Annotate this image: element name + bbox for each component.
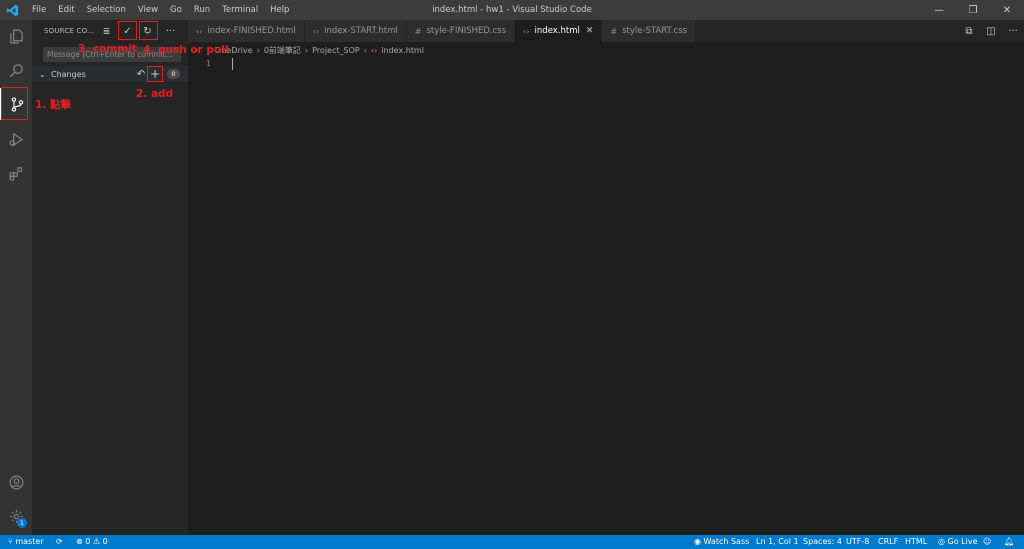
more-actions-icon[interactable]: ··· <box>162 23 179 40</box>
cursor-position[interactable]: Ln 1, Col 1 <box>756 535 799 549</box>
menu-file[interactable]: File <box>26 0 52 20</box>
line-number: 1 <box>206 59 211 68</box>
tab-style-finished[interactable]: # style-FINISHED.css <box>406 20 516 42</box>
menu-edit[interactable]: Edit <box>52 0 80 20</box>
tab-label: style-FINISHED.css <box>426 26 507 36</box>
vscode-logo-icon <box>2 0 22 20</box>
menu-run[interactable]: Run <box>188 0 216 20</box>
extensions-icon[interactable] <box>0 157 32 189</box>
go-live-button[interactable]: ◎ Go Live <box>938 535 978 549</box>
tab-label: index.html <box>534 26 580 36</box>
tab-index-start[interactable]: ‹› index-START.html <box>304 20 407 42</box>
annotation-commit: 3. commit <box>78 43 137 55</box>
discard-changes-icon[interactable]: ↶ <box>134 66 148 82</box>
sync-icon[interactable]: ⟳ <box>56 535 63 549</box>
tab-style-start[interactable]: # style-START.css <box>602 20 697 42</box>
chevron-right-icon: › <box>363 45 367 55</box>
html-file-icon: ‹› <box>523 26 530 36</box>
changes-label: Changes <box>51 69 86 79</box>
breadcrumb-file[interactable]: index.html <box>381 46 424 55</box>
explorer-icon[interactable] <box>0 20 32 52</box>
close-tab-icon[interactable]: ✕ <box>586 26 594 36</box>
tab-index-finished[interactable]: ‹› index-FINISHED.html <box>188 20 305 42</box>
chevron-right-icon: › <box>256 45 260 55</box>
tab-index-html[interactable]: ‹› index.html ✕ <box>515 20 603 42</box>
close-window-button[interactable]: ✕ <box>990 0 1024 20</box>
restore-button[interactable]: ❐ <box>956 0 990 20</box>
chevron-down-icon: ⌄ <box>39 69 46 79</box>
menu-go[interactable]: Go <box>164 0 188 20</box>
warning-icon: ⚠ <box>92 537 101 546</box>
html-file-icon: ‹› <box>312 26 320 36</box>
editor-actions: ⧉ ◫ ··· <box>958 20 1024 42</box>
open-changes-icon[interactable]: ⧉ <box>958 20 980 42</box>
annotation-push-pull: 4. push or pull <box>143 44 229 56</box>
tab-label: index-FINISHED.html <box>207 26 296 36</box>
status-bar: ⑂ master ⟳ ⊗ 0 ⚠ 0 ◉ Watch Sass Ln 1, Co… <box>0 535 1024 549</box>
breadcrumb-notes-folder[interactable]: 0前端筆記 <box>264 45 301 56</box>
problems-status[interactable]: ⊗ 0 ⚠ 0 <box>76 535 108 549</box>
settings-badge: 1 <box>17 518 27 528</box>
view-as-tree-icon[interactable]: ≣ <box>98 23 115 40</box>
menu-view[interactable]: View <box>132 0 164 20</box>
eye-icon: ◉ <box>694 537 704 546</box>
eol-status[interactable]: CRLF <box>878 535 898 549</box>
css-file-icon: # <box>610 26 618 36</box>
chevron-right-icon: › <box>304 45 309 55</box>
annotation-click: 1. 點擊 <box>35 99 71 111</box>
encoding-status[interactable]: UTF-8 <box>846 535 869 549</box>
tab-label: index-START.html <box>324 26 398 36</box>
annotation-box-source-control <box>1 87 28 120</box>
tab-label: style-START.css <box>622 26 688 36</box>
language-mode[interactable]: HTML <box>905 535 927 549</box>
broadcast-icon: ◎ <box>938 537 948 546</box>
html-file-icon: ‹› <box>370 45 378 55</box>
breadcrumb-project[interactable]: Project_SOP <box>312 46 360 55</box>
breadcrumb: OneDrive › 0前端筆記 › Project_SOP › ‹› inde… <box>188 42 1024 58</box>
css-file-icon: # <box>414 26 422 36</box>
annotation-box-commit <box>118 21 137 40</box>
error-icon: ⊗ <box>76 537 83 546</box>
menu-help[interactable]: Help <box>264 0 295 20</box>
editor-tab-bar: ‹› index-FINISHED.html ‹› index-START.ht… <box>188 20 1024 42</box>
changes-group[interactable]: ⌄ Changes ↶ + 0 <box>32 66 188 82</box>
sidebar-title: SOURCE CO... <box>44 27 95 35</box>
menu-terminal[interactable]: Terminal <box>216 0 264 20</box>
search-icon[interactable] <box>0 54 32 86</box>
annotation-box-add <box>147 66 163 82</box>
annotation-add: 2. add <box>136 88 174 100</box>
notifications-bell-icon[interactable]: 🔔︎ <box>1004 535 1014 549</box>
minimize-button[interactable]: — <box>922 0 956 20</box>
text-cursor <box>232 58 233 70</box>
menu-selection[interactable]: Selection <box>81 0 132 20</box>
split-editor-icon[interactable]: ◫ <box>980 20 1002 42</box>
more-editor-actions-icon[interactable]: ··· <box>1002 20 1024 42</box>
code-editor[interactable]: 1 <box>188 58 1024 535</box>
run-debug-icon[interactable] <box>0 123 32 155</box>
html-file-icon: ‹› <box>196 26 203 36</box>
title-bar: File Edit Selection View Go Run Terminal… <box>0 0 1024 20</box>
feedback-icon[interactable]: ☺ <box>983 535 991 549</box>
sidebar-header: SOURCE CO... ≣ ✓ ↻ ··· <box>32 20 188 42</box>
settings-gear-icon[interactable]: 1 <box>0 500 32 532</box>
watch-sass-button[interactable]: ◉ Watch Sass <box>694 535 749 549</box>
indentation-status[interactable]: Spaces: 4 <box>803 535 842 549</box>
accounts-icon[interactable] <box>0 466 32 498</box>
window-controls: — ❐ ✕ <box>922 0 1024 20</box>
changes-count-badge: 0 <box>167 69 180 79</box>
annotation-box-push-pull <box>139 21 158 40</box>
branch-status[interactable]: ⑂ master <box>8 535 44 549</box>
menu-bar: File Edit Selection View Go Run Terminal… <box>26 0 295 20</box>
